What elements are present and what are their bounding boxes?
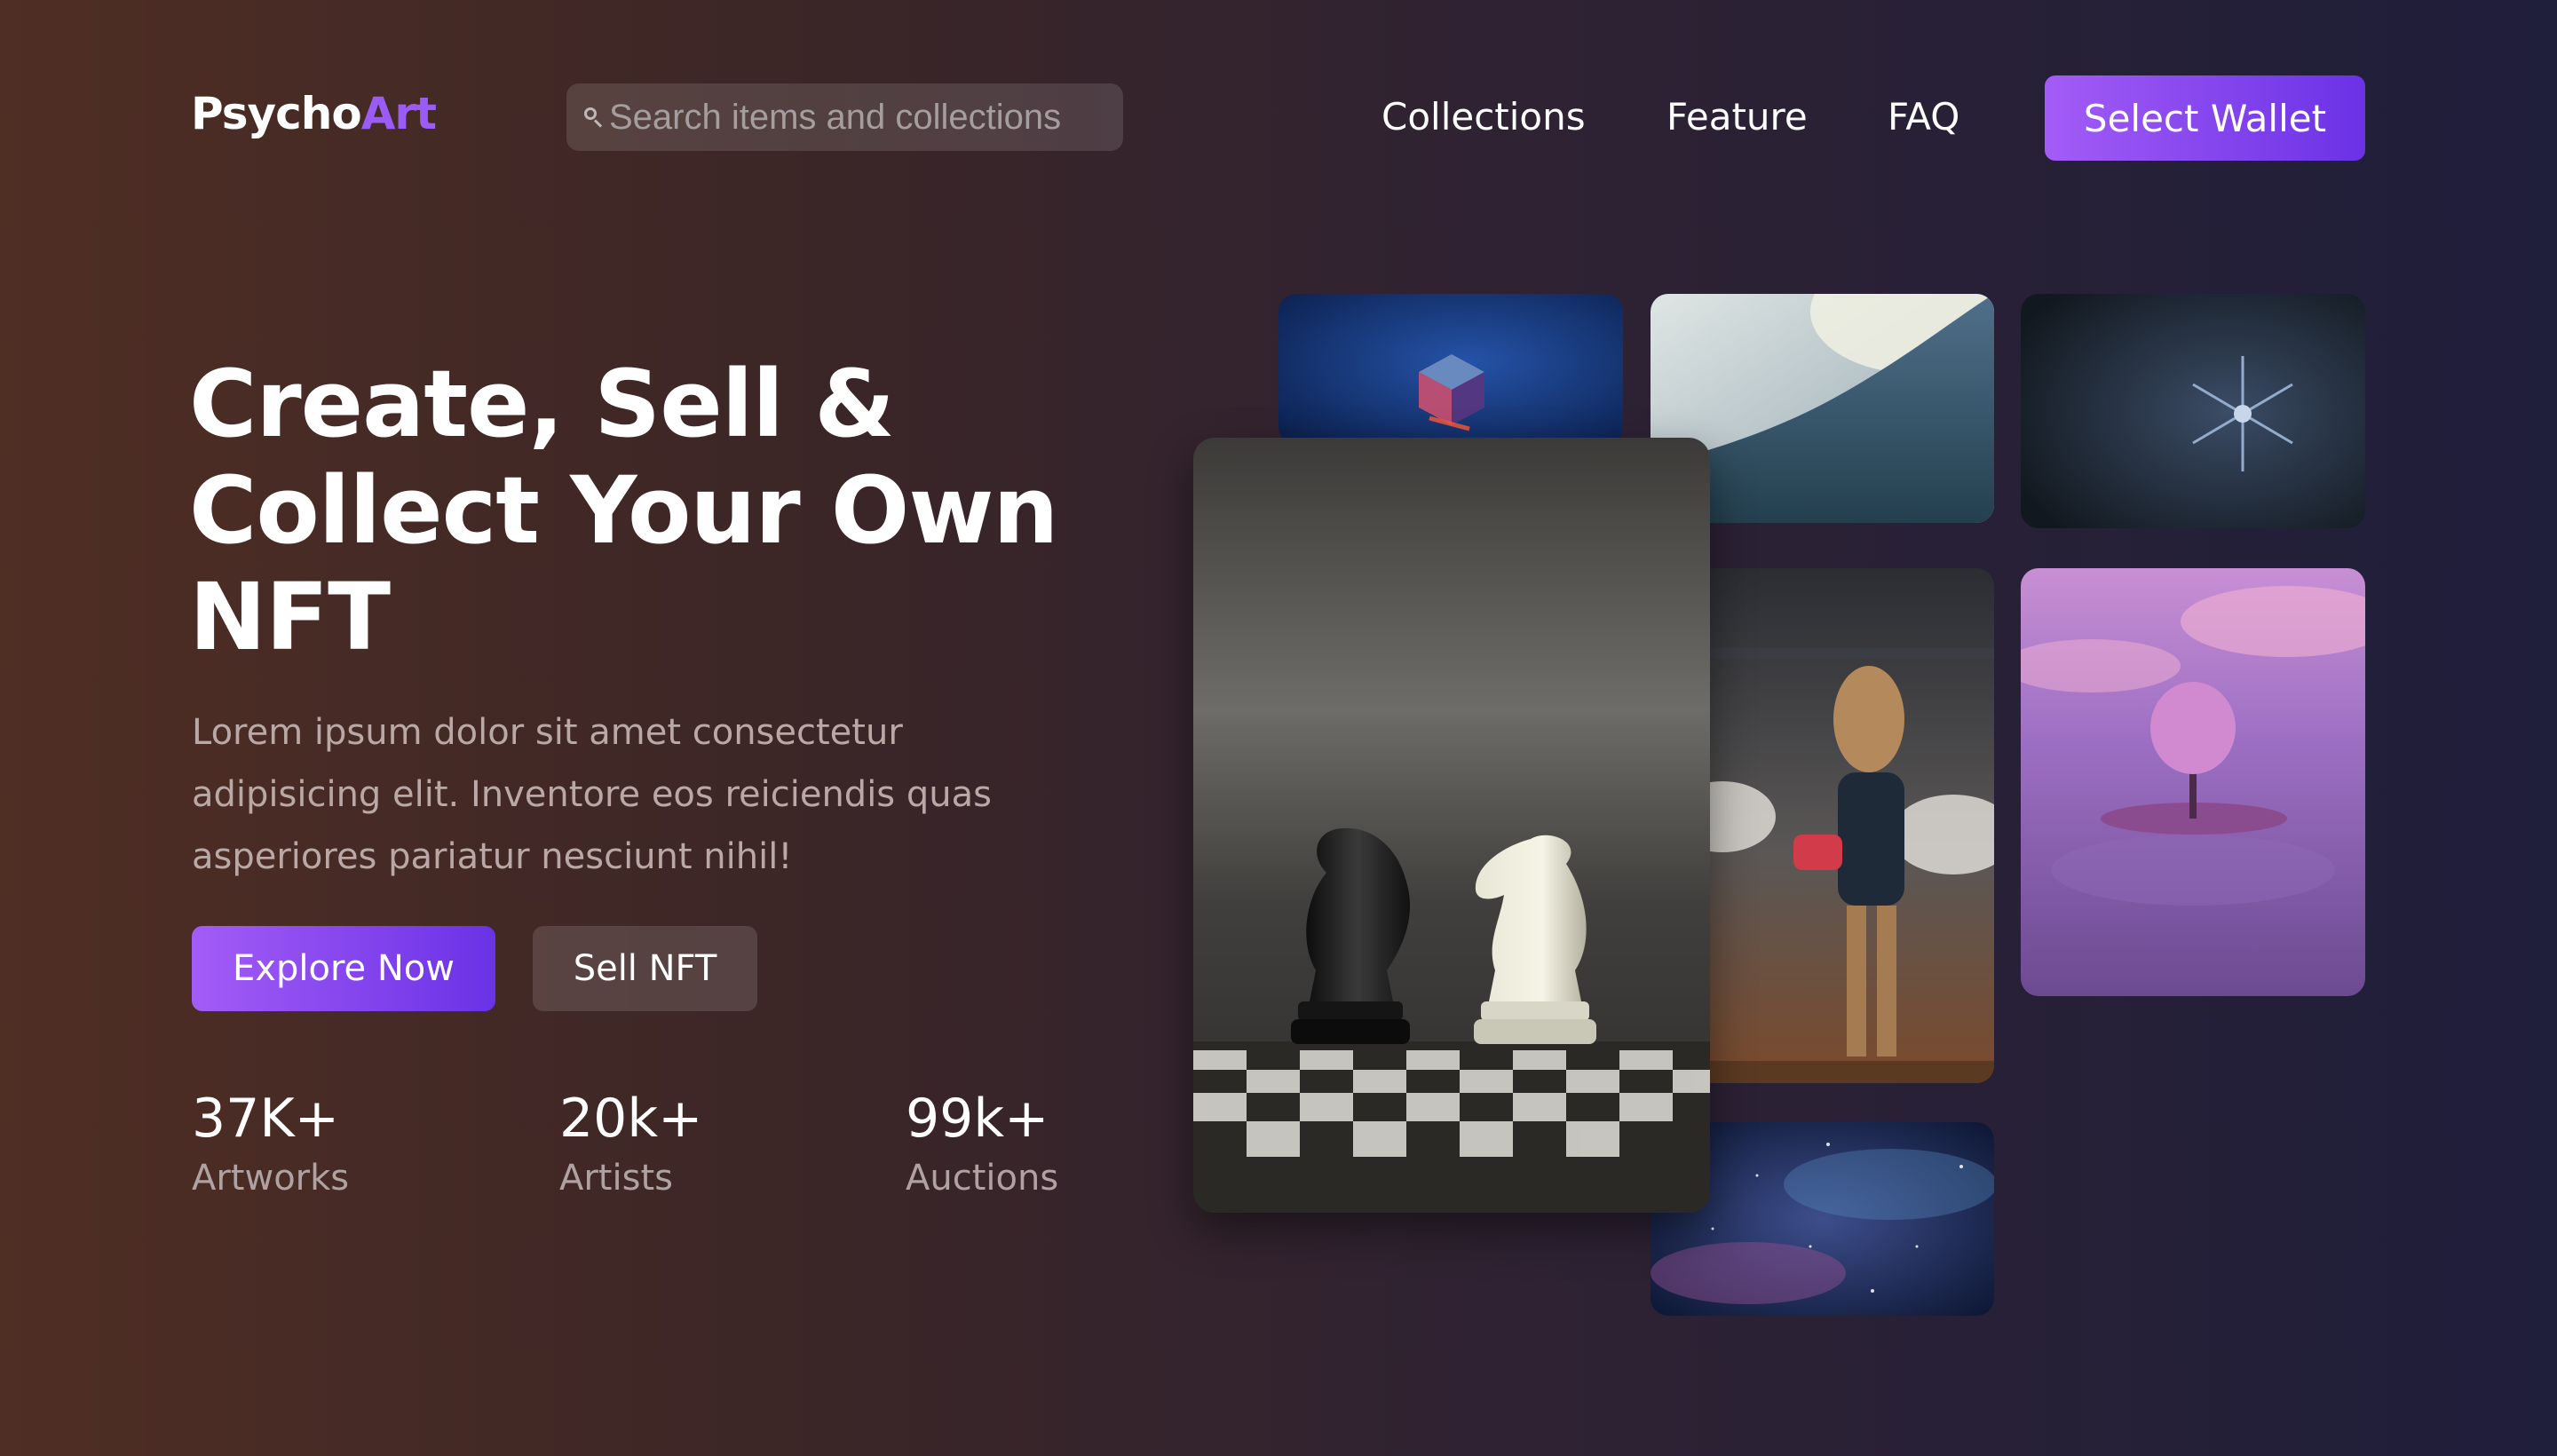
stat-artworks: 37K+ Artworks (192, 1088, 349, 1203)
nft-image-chess-knights[interactable] (1193, 438, 1710, 1213)
select-wallet-button[interactable]: Select Wallet (2045, 75, 2365, 161)
nav-link-faq[interactable]: FAQ (1888, 89, 1959, 146)
stat-artists: 20k+ Artists (559, 1088, 702, 1203)
logo-text-accent: Art (360, 88, 437, 139)
sell-nft-button[interactable]: Sell NFT (533, 926, 757, 1011)
nft-image-crystal-cube[interactable] (1278, 294, 1623, 445)
stat-label: Artists (559, 1158, 673, 1199)
nav-link-feature[interactable]: Feature (1666, 89, 1808, 146)
nft-image-snowflake[interactable] (2021, 294, 2365, 528)
search-bar[interactable] (566, 83, 1123, 151)
hero-description: Lorem ipsum dolor sit amet consectetur a… (192, 712, 992, 877)
nft-image-groot-figure[interactable] (1687, 568, 1994, 1083)
stat-value: 20k+ (559, 1088, 703, 1150)
stat-label: Auctions (906, 1158, 1059, 1199)
explore-now-button[interactable]: Explore Now (192, 926, 495, 1011)
search-input[interactable] (609, 97, 1106, 138)
stat-value: 99k+ (906, 1088, 1049, 1150)
nft-image-pink-tree[interactable] (2021, 568, 2365, 996)
nav-link-collections[interactable]: Collections (1381, 89, 1586, 146)
stat-label: Artworks (192, 1158, 350, 1199)
stat-value: 37K+ (192, 1088, 339, 1150)
logo[interactable]: PsychoArt (191, 87, 437, 140)
stat-auctions: 99k+ Auctions (906, 1088, 1058, 1203)
hero-title: Create, Sell & Collect Your Own NFT (189, 350, 1058, 671)
search-icon (582, 106, 606, 129)
logo-text-primary: Psycho (191, 88, 362, 139)
